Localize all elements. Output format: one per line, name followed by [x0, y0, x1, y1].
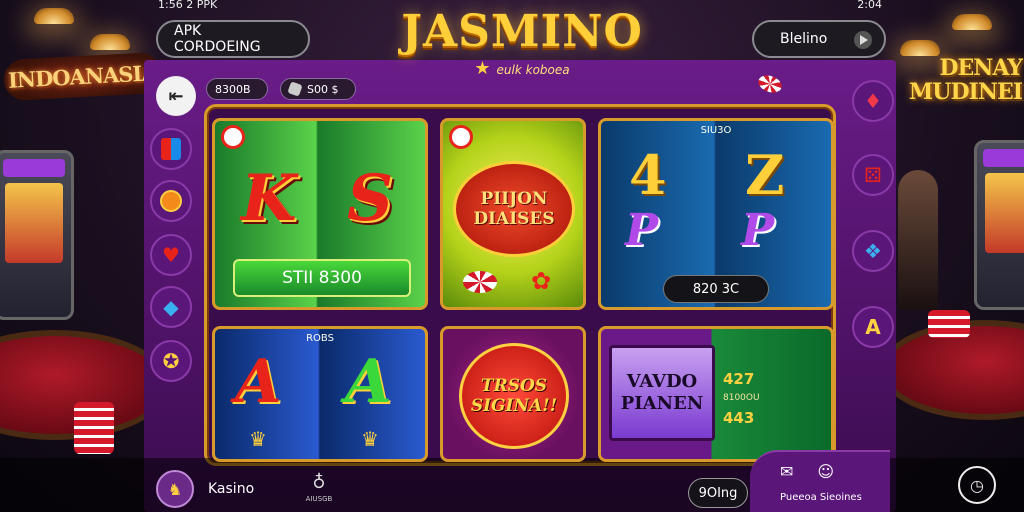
game-tile-piijon[interactable]: PIIJON DIAISES ✿	[440, 118, 586, 310]
sessions-label: Pueeoa Sieoines	[780, 492, 862, 503]
reel-number: 4	[629, 143, 667, 207]
bottom-kasino-tab[interactable]: ♞ Kasino	[156, 470, 254, 508]
sessions-icons: ✉☺	[780, 462, 858, 481]
no-entry-icon	[221, 125, 245, 149]
chip-icon	[287, 81, 303, 97]
gem-icon[interactable]: ❖	[852, 230, 894, 272]
reel-letter: A	[235, 347, 282, 417]
balance-pill[interactable]: 8300B	[206, 78, 268, 100]
dice-icon[interactable]: ⚄	[852, 154, 894, 196]
tile-top-label: ROBS	[306, 333, 334, 344]
kasino-top-button[interactable]: Blelino	[752, 20, 886, 58]
reel-letter: P	[625, 205, 659, 256]
ruby-icon[interactable]: ♦	[852, 80, 894, 122]
coins-pill[interactable]: S00 $	[280, 78, 356, 100]
ceiling-lamp	[900, 40, 940, 56]
reel-letter: P	[741, 205, 775, 256]
tile-odds: 427 8100OU 443	[723, 370, 760, 427]
ding-button[interactable]: 9OIng	[688, 478, 748, 508]
play-icon	[854, 31, 872, 49]
game-tile-screen: VAVDO PIANEN	[609, 345, 715, 441]
game-tile-vavdo[interactable]: VAVDO PIANEN 427 8100OU 443	[598, 326, 834, 462]
bottom-kasino-label: Kasino	[208, 481, 255, 497]
megaphone-icon: ✉	[780, 462, 818, 481]
ceiling-lamp	[34, 8, 74, 24]
sessions-tab[interactable]: ✉☺ Pueeoa Sieoines	[750, 450, 890, 512]
menu-button[interactable]: ⇤	[156, 76, 196, 116]
menu-icon: ⇤	[168, 85, 184, 107]
game-tile-ks-play-bar[interactable]: STII 8300	[233, 259, 411, 297]
slot-machine-left	[0, 150, 74, 320]
crown-ornament-icon: ♛	[361, 427, 379, 451]
dealer-figure	[898, 170, 938, 310]
reel-letter: K	[241, 161, 297, 236]
tile-top-label: SIU3O	[700, 125, 732, 136]
coin-icon[interactable]	[150, 180, 192, 222]
cards-icon[interactable]	[150, 128, 192, 170]
rose-icon: ✿	[531, 267, 552, 295]
status-bar-right: 2:04	[857, 0, 882, 11]
status-bar-left: 1:56 2 PPK	[158, 0, 218, 11]
no-entry-icon	[449, 125, 473, 149]
ceiling-lamp	[952, 14, 992, 30]
star-icon: ★	[474, 58, 491, 79]
diamond-icon[interactable]: ◆	[150, 286, 192, 328]
game-tile-4z[interactable]: SIU3O 4 Z P P 820 3C	[598, 118, 834, 310]
a-triangle-icon[interactable]: A	[852, 306, 894, 348]
chip-stack	[928, 310, 970, 338]
kasino-top-label: Blelino	[780, 31, 828, 47]
right-neon-sign: DENAY MUDINEI	[908, 55, 1023, 105]
ceiling-lamp	[90, 34, 130, 50]
left-neon-sign: INDOANASIA	[3, 51, 162, 102]
trophy-icon: ♁	[312, 472, 326, 493]
poker-chip-icon	[463, 271, 497, 293]
tile-counter: 820 3C	[663, 275, 769, 303]
timer-button[interactable]: ◷	[958, 466, 996, 504]
apk-download-button[interactable]: APK CORDOEING	[156, 20, 310, 58]
game-tile-aa[interactable]: ROBS A A ♛ ♛	[212, 326, 428, 462]
jasmino-logo: JASMINO ★ eulk koboea	[372, 4, 672, 94]
logo-title: JASMINO	[401, 6, 643, 57]
chip-stack	[74, 402, 114, 454]
heart-icon[interactable]: ♥	[150, 234, 192, 276]
bottom-nav-item[interactable]: ♁ AIUSGB	[304, 472, 334, 503]
game-tile-ks[interactable]: K S STII 8300	[212, 118, 428, 310]
avatar-icon: ♞	[156, 470, 194, 508]
logo-subtitle: ★ eulk koboea	[474, 58, 570, 79]
clock-icon: ◷	[970, 475, 984, 495]
star-coin-icon[interactable]: ✪	[150, 340, 192, 382]
reel-letter: S	[347, 161, 394, 236]
slot-machine-right	[974, 140, 1024, 310]
crown-ornament-icon: ♛	[249, 427, 267, 451]
chat-icon: ☺	[817, 462, 859, 481]
reel-letter: A	[345, 347, 392, 417]
game-tile-trsos[interactable]: TRSOS SIGINA!!	[440, 326, 586, 462]
game-tile-badge: PIIJON DIAISES	[453, 161, 575, 257]
reel-letter: Z	[745, 143, 785, 207]
game-tile-badge: TRSOS SIGINA!!	[459, 343, 569, 449]
